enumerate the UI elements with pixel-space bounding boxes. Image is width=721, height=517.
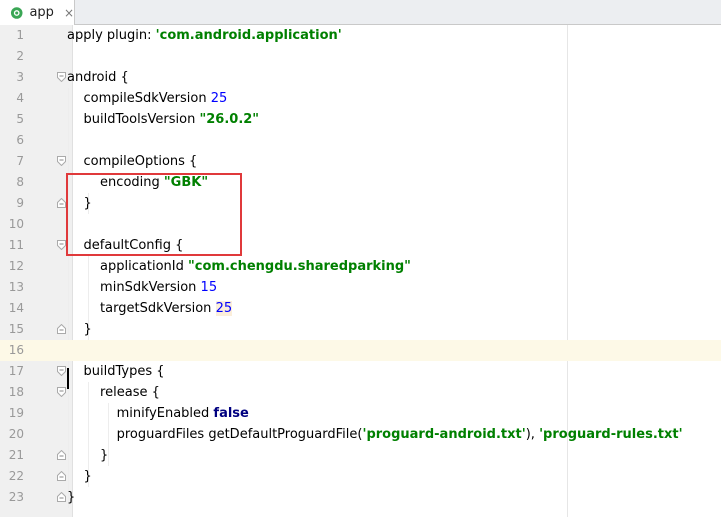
fold-open-icon[interactable] [57,387,66,397]
code-text: } [67,490,76,505]
line-number: 8 [16,175,24,189]
code-text: buildToolsVersion [67,112,200,127]
code-line: 2 [0,46,721,67]
line-number: 15 [8,322,24,336]
close-icon[interactable]: × [64,7,74,19]
keyword: false [213,406,249,421]
editor-tab-bar: app × [0,0,721,25]
code-line: 23 } [0,487,721,508]
fold-open-icon[interactable] [57,366,66,376]
line-number: 14 [8,301,24,315]
fold-close-icon[interactable] [57,471,66,481]
code-line: 22 } [0,466,721,487]
code-line: 5 buildToolsVersion "26.0.2" [0,109,721,130]
fold-open-icon[interactable] [57,240,66,250]
code-line: 7 compileOptions { [0,151,721,172]
code-line: 21 } [0,445,721,466]
code-line: 18 release { [0,382,721,403]
code-line: 15 } [0,319,721,340]
code-text: minifyEnabled [67,406,214,421]
line-number: 12 [8,259,24,273]
number-literal: 25 [215,301,233,316]
code-text: android { [67,70,129,85]
code-text: apply plugin: [67,28,156,43]
string-literal: "com.chengdu.sharedparking" [188,259,411,274]
line-number: 3 [16,70,24,84]
code-text: compileOptions { [67,154,198,169]
line-number: 18 [8,385,24,399]
fold-open-icon[interactable] [57,72,66,82]
gradle-module-icon [10,6,23,19]
code-line: 12 applicationId "com.chengdu.sharedpark… [0,256,721,277]
number-literal: 25 [210,91,228,106]
line-number: 20 [8,427,24,441]
code-line: 6 [0,130,721,151]
line-number: 1 [16,28,24,42]
line-number: 4 [16,91,24,105]
tab-label: app [29,5,54,20]
code-line: 3 android { [0,67,721,88]
code-text: } [67,448,109,463]
text-caret [67,368,69,389]
fold-close-icon[interactable] [57,324,66,334]
code-line: 1 apply plugin: 'com.android.application… [0,25,721,46]
line-number: 6 [16,133,24,147]
code-line: 4 compileSdkVersion 25 [0,88,721,109]
tab-app[interactable]: app × [0,0,75,25]
line-number: 17 [8,364,24,378]
code-text: buildTypes { [67,364,165,379]
code-text: compileSdkVersion [67,91,211,106]
code-line: 19 minifyEnabled false [0,403,721,424]
string-literal: 'com.android.application' [155,28,342,43]
fold-open-icon[interactable] [57,156,66,166]
string-literal: 'proguard-android.txt' [362,427,526,442]
line-number: 9 [16,196,24,210]
code-text: targetSdkVersion [67,301,216,316]
line-number: 16 [8,343,24,357]
line-number: 5 [16,112,24,126]
line-number: 11 [8,238,24,252]
fold-close-icon[interactable] [57,492,66,502]
line-number: 13 [8,280,24,294]
code-editor[interactable]: 1 apply plugin: 'com.android.application… [0,25,721,517]
number-literal: 15 [200,280,218,295]
code-line: 20 proguardFiles getDefaultProguardFile(… [0,424,721,445]
fold-close-icon[interactable] [57,450,66,460]
code-text: proguardFiles getDefaultProguardFile( [67,427,363,442]
current-line: 16 [0,340,721,361]
string-literal: "26.0.2" [199,112,260,127]
code-text: minSdkVersion [67,280,201,295]
fold-close-icon[interactable] [57,198,66,208]
code-line: 17 buildTypes { [0,361,721,382]
string-literal: 'proguard-rules.txt' [539,427,683,442]
line-number: 23 [8,490,24,504]
line-number: 21 [8,448,24,462]
line-number: 22 [8,469,24,483]
code-text: release { [67,385,160,400]
line-number: 2 [16,49,24,63]
code-line: 13 minSdkVersion 15 [0,277,721,298]
line-number: 7 [16,154,24,168]
code-text: } [67,469,92,484]
code-text: applicationId [67,259,188,274]
line-number: 10 [8,217,24,231]
line-number: 19 [8,406,24,420]
code-text: ), [525,427,540,442]
code-line: 14 targetSdkVersion 25 [0,298,721,319]
code-text: } [67,322,92,337]
annotation-highlight-box [66,173,242,256]
